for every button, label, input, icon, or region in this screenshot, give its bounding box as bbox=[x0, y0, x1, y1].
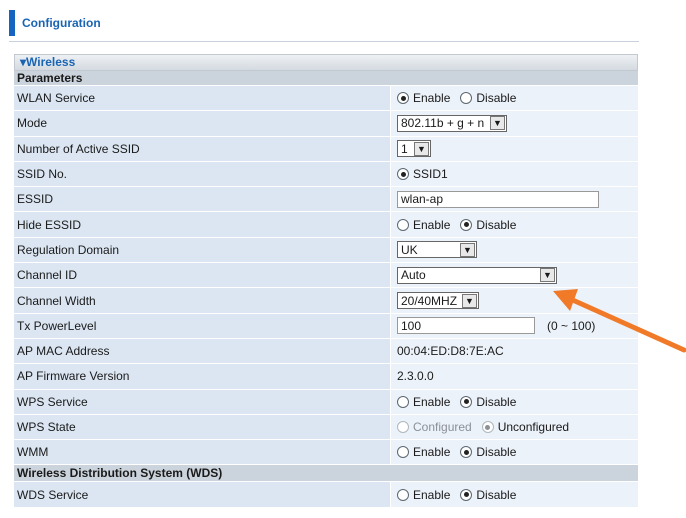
annotation-arrow-icon bbox=[553, 289, 686, 353]
